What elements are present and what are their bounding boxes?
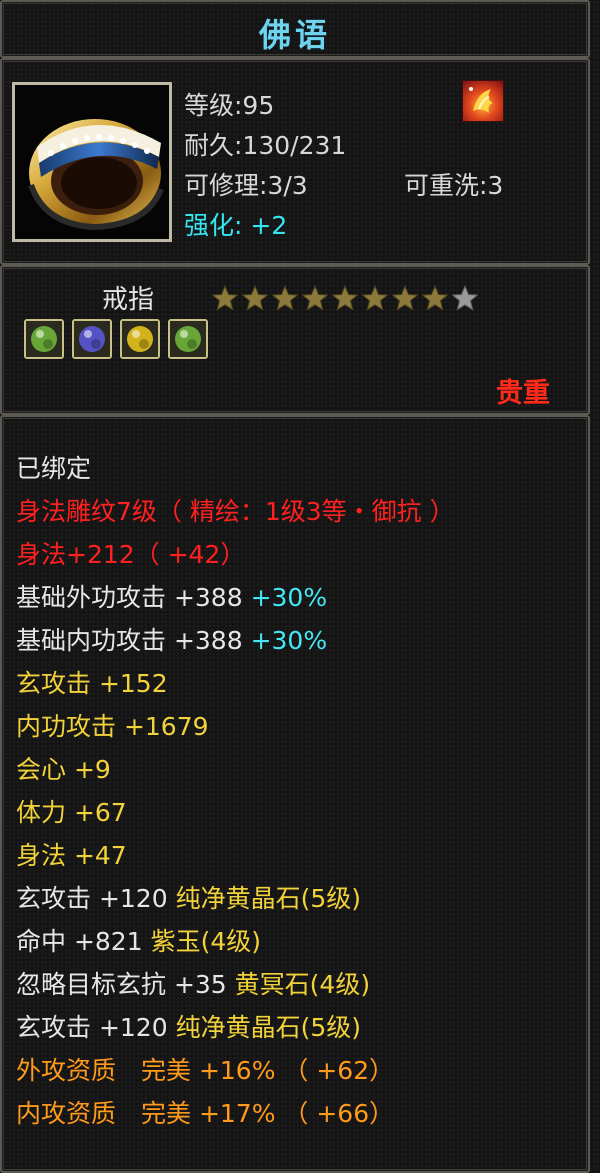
- rewash-text: 可重洗:3: [404, 171, 504, 200]
- stamina-stat: 体力 +67: [16, 798, 127, 827]
- star-filled-icon: [241, 284, 269, 311]
- gem4-value: 玄攻击 +120: [16, 1013, 168, 1042]
- star-filled-icon: [421, 284, 449, 311]
- gem1-stat: 玄攻击 +120 纯净黄晶石(5级): [16, 879, 361, 915]
- ext-attack-value: 基础外功攻击 +388: [16, 583, 243, 612]
- green-gem-icon: [24, 319, 64, 359]
- title-bar: 佛语: [0, 0, 590, 58]
- xuan-attack-stat: 玄攻击 +152: [16, 669, 168, 698]
- item-info-panel: 等级:95 耐久:130/231 可修理:3/3 可重洗:3 强化: +2: [0, 58, 590, 265]
- bound-status: 已绑定: [16, 454, 92, 483]
- engraving-stat: 身法雕纹7级（ 精绘：1级3等・御抗 ）: [16, 497, 455, 526]
- star-empty-icon: [451, 284, 479, 311]
- int-attack-stat: 基础内功攻击 +388 +30%: [16, 621, 327, 657]
- durability-text: 耐久:130/231: [184, 131, 347, 160]
- star-filled-icon: [271, 284, 299, 311]
- star-filled-icon: [211, 284, 239, 311]
- level-text: 等级:95: [184, 91, 275, 120]
- yellow-gem-icon: [120, 319, 160, 359]
- gem4-name: 纯净黄晶石(5级): [175, 1013, 361, 1042]
- crit-stat: 会心 +9: [16, 755, 111, 784]
- gem1-value: 玄攻击 +120: [16, 884, 168, 913]
- item-stats-panel: 已绑定 身法雕纹7级（ 精绘：1级3等・御抗 ） 身法+212（ +42） 基础…: [0, 415, 590, 1173]
- gem3-value: 忽略目标玄抗 +35: [16, 970, 227, 999]
- gem2-value: 命中 +821: [16, 927, 143, 956]
- quality-label: 贵重: [496, 378, 550, 409]
- int-gong-attack-stat: 内功攻击 +1679: [16, 712, 209, 741]
- agility-total-stat: 身法+212（ +42）: [16, 540, 246, 569]
- repair-text: 可修理:3/3: [184, 171, 308, 200]
- int-attack-pct: +30%: [250, 626, 328, 655]
- agility-stat: 身法 +47: [16, 841, 127, 870]
- item-type-name: 戒指: [102, 285, 155, 315]
- ext-attack-pct: +30%: [250, 583, 328, 612]
- item-title: 佛语: [258, 16, 331, 54]
- int-attack-value: 基础内功攻击 +388: [16, 626, 243, 655]
- ext-attack-stat: 基础外功攻击 +388 +30%: [16, 578, 327, 614]
- gem3-name: 黄冥石(4级): [234, 970, 371, 999]
- ring-icon: [12, 82, 172, 242]
- star-filled-icon: [391, 284, 419, 311]
- int-quality-stat: 内攻资质 完美 +17% （ +66）: [16, 1099, 395, 1128]
- ext-quality-stat: 外攻资质 完美 +16% （ +62）: [16, 1056, 395, 1085]
- star-filled-icon: [331, 284, 359, 311]
- green-gem-icon: [168, 319, 208, 359]
- gem2-name: 紫玉(4级): [150, 927, 261, 956]
- purple-gem-icon: [72, 319, 112, 359]
- strength-text: 强化: +2: [184, 211, 288, 240]
- item-tooltip: 佛语 等级:95 耐久:130/231 可修理:3/3 可重洗:3 强化: +2…: [0, 0, 600, 1173]
- gem2-stat: 命中 +821 紫玉(4级): [16, 922, 261, 958]
- gem3-stat: 忽略目标玄抗 +35 黄冥石(4级): [16, 965, 370, 1001]
- item-name-panel: 戒指 贵重: [0, 265, 590, 415]
- fire-phoenix-icon: [462, 80, 504, 122]
- star-filled-icon: [361, 284, 389, 311]
- gem1-name: 纯净黄晶石(5级): [175, 884, 361, 913]
- star-filled-icon: [301, 284, 329, 311]
- gem4-stat: 玄攻击 +120 纯净黄晶石(5级): [16, 1008, 361, 1044]
